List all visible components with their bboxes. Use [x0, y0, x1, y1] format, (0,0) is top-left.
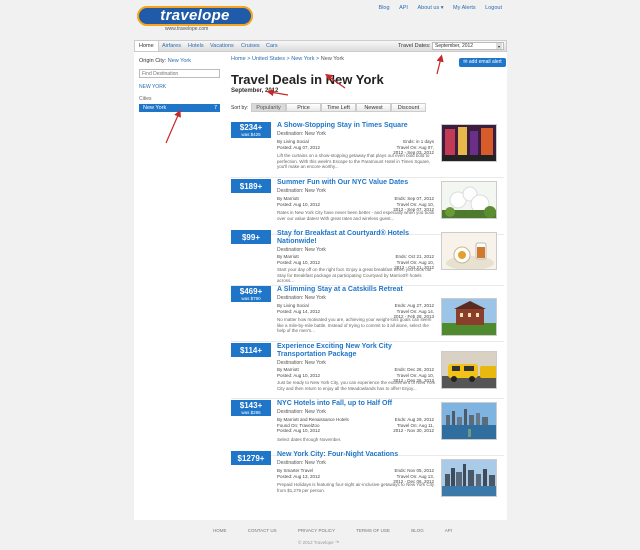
annotation-arrow-city [165, 109, 181, 144]
annotation-arrow-title [325, 73, 346, 89]
annotation-arrows [165, 54, 444, 144]
annotation-arrow-travel-dates [436, 54, 444, 75]
annotation-arrow-date [266, 89, 289, 97]
